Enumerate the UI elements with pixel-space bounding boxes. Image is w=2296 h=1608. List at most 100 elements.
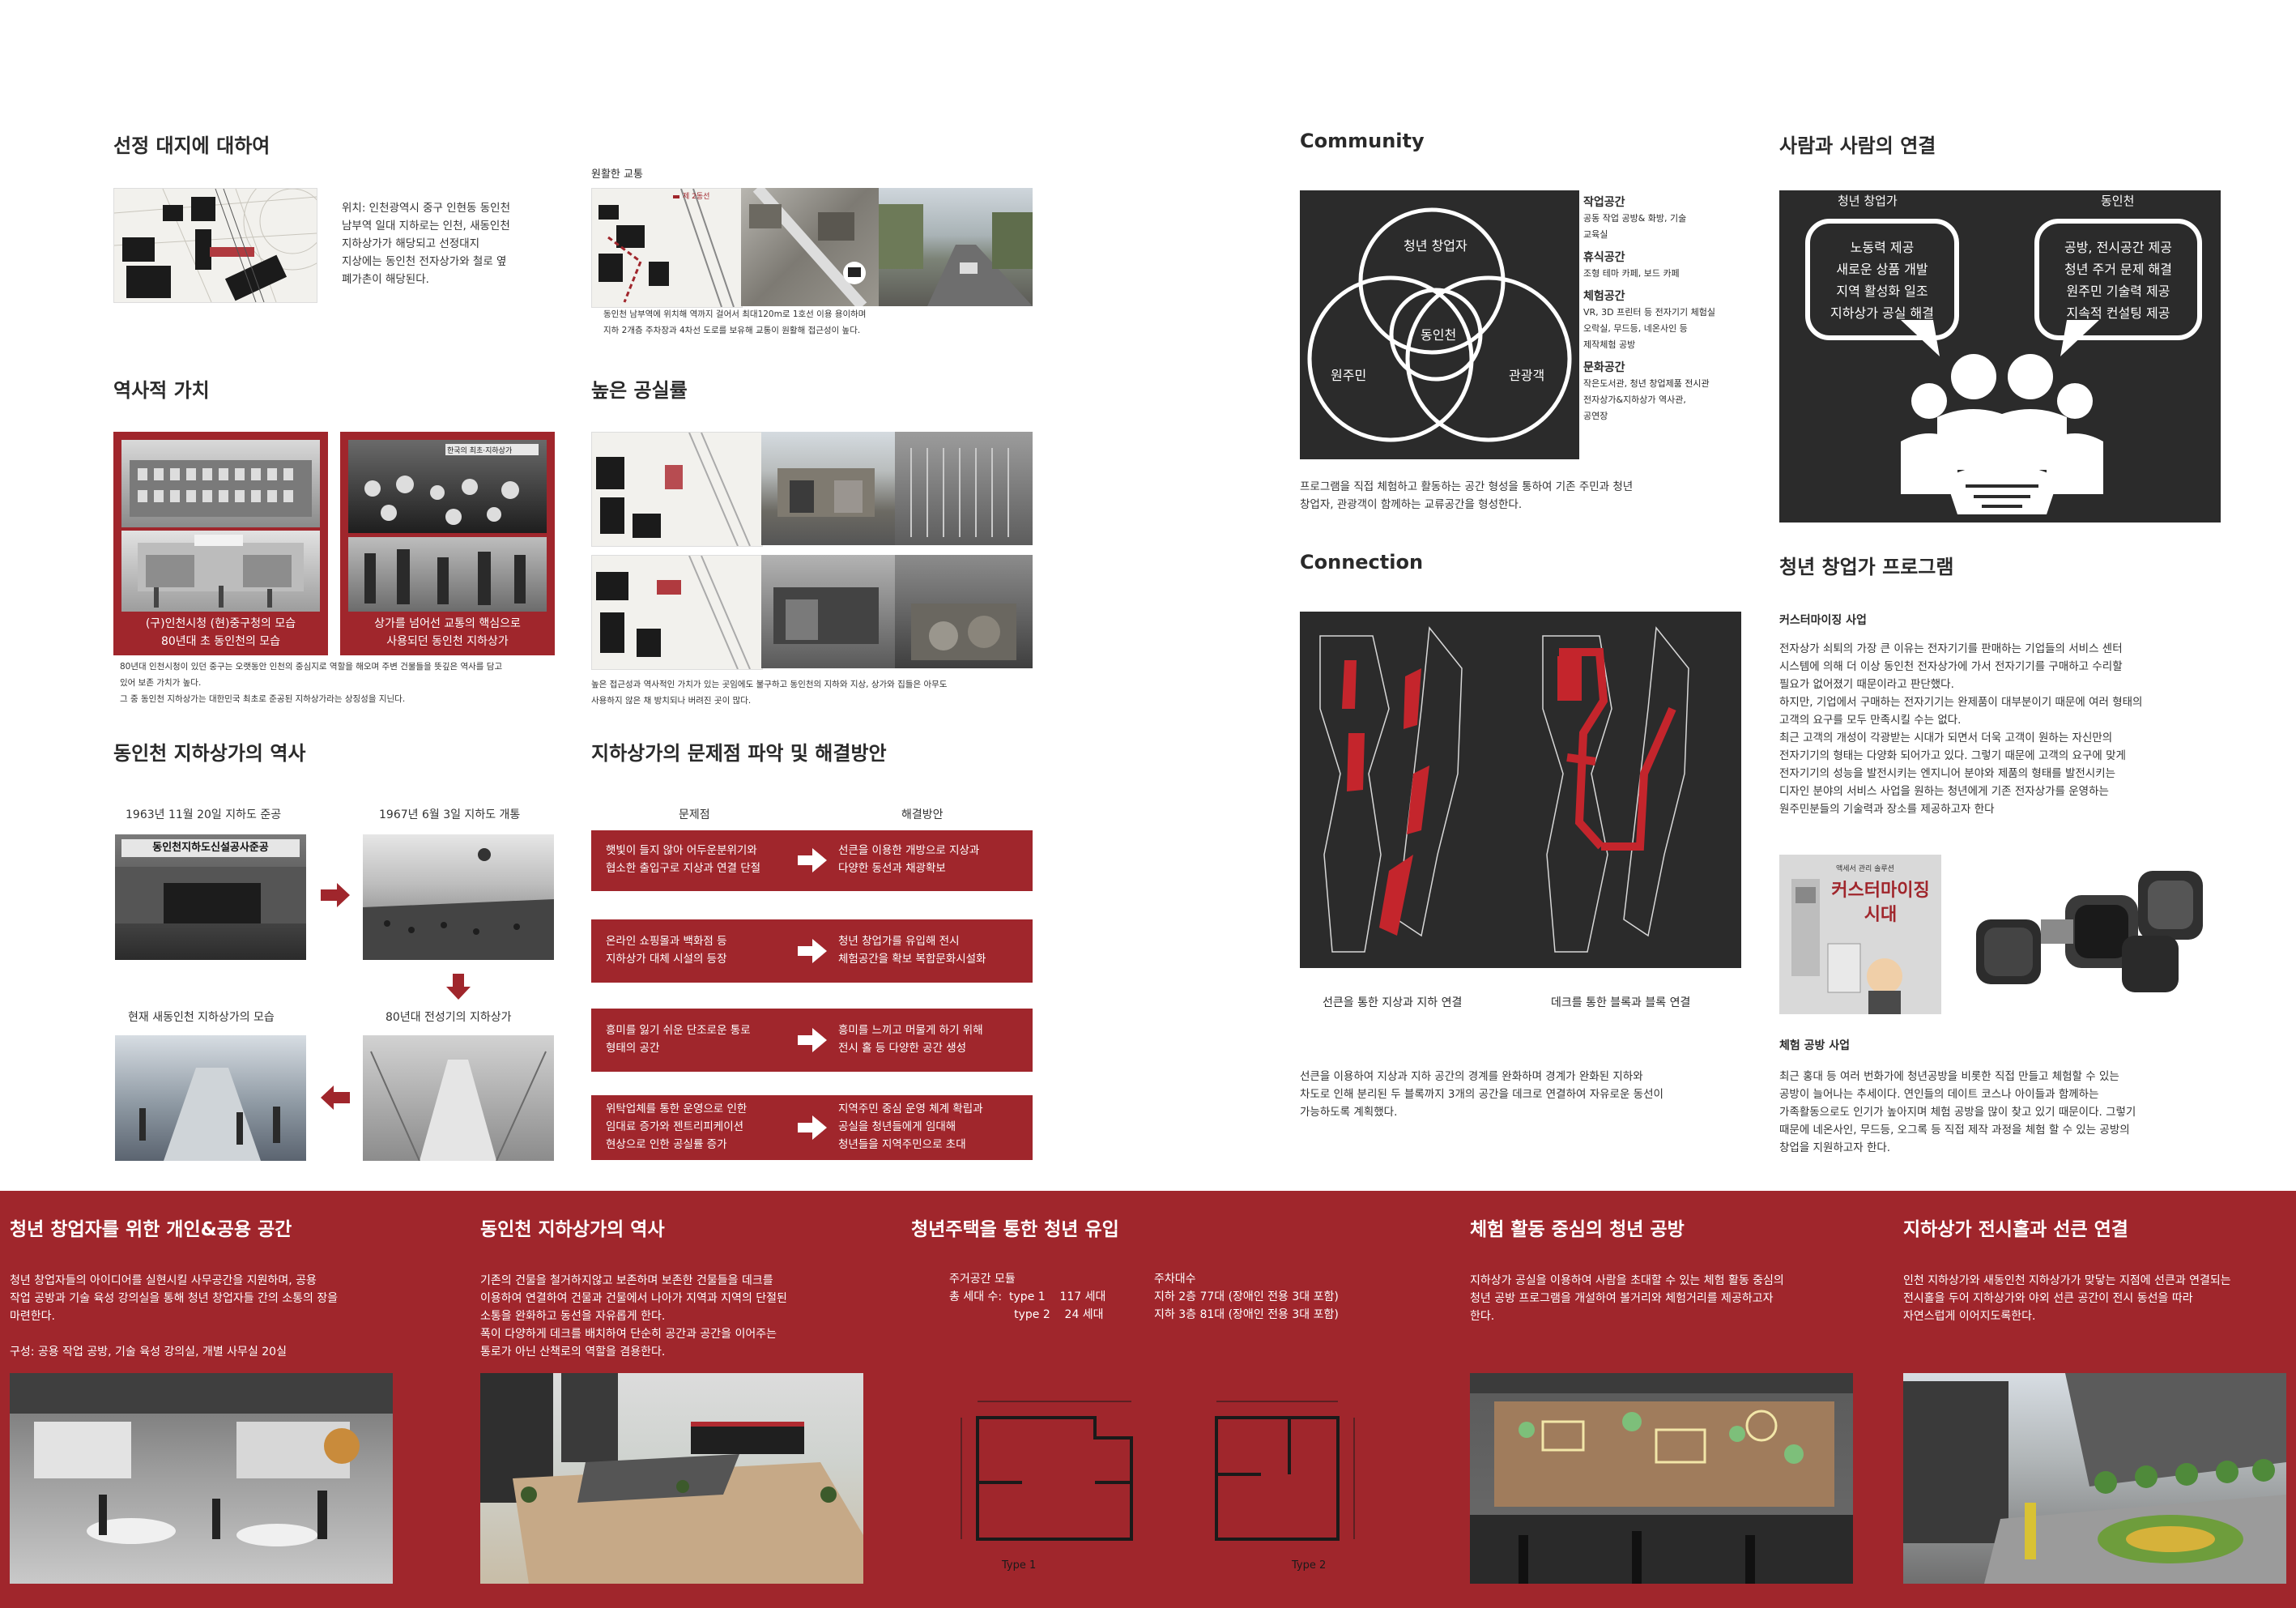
bottom-title-5: 지하상가 전시홀과 선큰 연결	[1903, 1219, 2128, 1240]
render-workshop-drawing	[1470, 1373, 1853, 1584]
venn-label-founders: 청년 창업자	[1404, 238, 1467, 254]
arrow-left-icon	[321, 1086, 350, 1110]
arrow-right-icon	[321, 883, 350, 907]
solution-text-4: 지역주민 중심 운영 체계 확립과 공실을 청년들에게 임대해 청년들을 지역주…	[838, 1103, 983, 1151]
photo-1963: 동인천지하도신설공사준공	[115, 834, 306, 960]
program-workshop-text: 최근 홍대 등 여러 번화가에 청년공방을 비롯한 직접 만들고 체험할 수 있…	[1779, 1070, 2136, 1154]
traffic-map: 제 2동선	[591, 188, 743, 308]
housing-head: 주거공간 모듈	[949, 1273, 1016, 1286]
program-sub-workshop: 체험 공방 사업	[1779, 1039, 1851, 1052]
render-sunken-drawing	[1903, 1373, 2286, 1584]
problems-col-problem: 문제점	[679, 808, 710, 821]
people-left-head: 청년 창업가	[1838, 194, 1898, 208]
timeline-1980s: 80년대 전성기의 지하상가	[386, 1011, 512, 1024]
traffic-label: 원활한 교통	[591, 168, 643, 181]
program-sub-customizing: 커스터마이징 사업	[1779, 614, 1867, 627]
people-panel: 청년 창업가 동인천 노동력 제공 새로운 상품 개발 지역 활성화 일조 지하…	[1779, 190, 2221, 522]
render-office	[10, 1373, 393, 1584]
photo-1963-drawing	[115, 867, 306, 923]
problem-text-1: 햇빛이 들지 않아 어두운분위기와 협소한 출입구로 지상과 연결 단절	[606, 844, 761, 875]
photo-1980s	[363, 1035, 554, 1161]
problem-text-3: 흥미를 잃기 쉬운 단조로운 통로 형태의 공간	[606, 1024, 751, 1055]
vacancy-description: 높은 접근성과 역사적인 가치가 있는 곳임에도 불구하고 동인천의 지하와 지…	[591, 680, 948, 706]
history-box-left: (구)인천시청 (현)중구청의 모습 80년대 초 동인천의 모습	[113, 432, 328, 655]
vacancy-photo-1-drawing	[777, 468, 875, 517]
vacancy-photo-2-drawing	[910, 448, 1009, 537]
customizing-poster: 액세서 관리 솔루션 커스터마이징 시대	[1779, 855, 1941, 1014]
bottom-text-4: 지하상가 공실을 이용하여 사람을 초대할 수 있는 체험 활동 중심의 청년 …	[1470, 1274, 1784, 1323]
vacancy-map-2-drawing	[592, 556, 762, 669]
vacancy-photo-1	[761, 432, 895, 545]
connection-description: 선큰을 이용하여 지상과 지하 공간의 경계를 완화하며 경계가 완화된 지하와…	[1300, 1070, 1663, 1119]
render-workshop	[1470, 1373, 1853, 1584]
traffic-description: 동인천 남부역에 위치해 역까지 걸어서 최대120m로 1호선 이용 용이하며…	[603, 309, 867, 335]
photo-1980s-drawing	[370, 1051, 547, 1161]
arrow-right-icon	[798, 939, 827, 963]
space-name-culture: 문화공간	[1583, 361, 1625, 374]
photo-1967-drawing	[363, 848, 554, 960]
floorplan-type2: Type 2	[1292, 1559, 1327, 1572]
connection-diagram	[1300, 612, 1741, 968]
connection-title: Connection	[1300, 551, 1424, 574]
space-desc-experience: VR, 3D 프린터 등 전자기기 체험실 오락실, 무드등, 네온사인 등 제…	[1583, 307, 1715, 350]
vacancy-title: 높은 공실률	[591, 379, 688, 402]
floorplan-type1: Type 1	[1002, 1559, 1037, 1572]
street-photo-drawing	[879, 204, 1033, 306]
program-title: 청년 창업가 프로그램	[1779, 556, 1954, 578]
timeline-1967: 1967년 6월 3일 지하도 개통	[379, 808, 521, 821]
history-value-description: 80년대 인천시청이 있던 중구는 오랫동안 인천의 중심지로 역할을 해오며 …	[120, 662, 503, 704]
housing-rows: 총 세대 수: type 1 117 세대 type 2 24 세대	[949, 1290, 1106, 1321]
bottom-text-2: 기존의 건물을 철거하지않고 보존하며 보존한 건물들을 데크를 이용하여 연결…	[480, 1274, 787, 1358]
problem-row-2: 온라인 쇼핑몰과 백화점 등 지하상가 대체 시설의 등장 청년 창업가를 유입…	[591, 919, 1033, 983]
station-drawing	[138, 535, 304, 608]
solution-text-1: 선큰을 이용한 개방으로 지상과 다양한 동선과 채광확보	[838, 844, 980, 875]
arrow-right-icon	[798, 1028, 827, 1052]
arrow-down-icon	[446, 974, 471, 1000]
history-box-right: 한국의 최초·지하상가 상가를 넘어선 교통의 핵심으로 사용되던 동인천 지하…	[340, 432, 555, 655]
gadget-drawing	[1976, 871, 2203, 992]
crowd-photo: 한국의 최초·지하상가	[348, 440, 547, 533]
arrow-right-icon	[798, 1115, 827, 1140]
problem-text-4: 위탁업체를 통한 운영으로 인한 임대료 증가와 젠트리피케이션 현상으로 인한…	[606, 1103, 748, 1151]
parking-head: 주차대수	[1154, 1273, 1196, 1286]
aerial-photo-drawing	[749, 188, 867, 306]
venn-circle-tourists	[1405, 275, 1572, 442]
venn-circle-residents	[1307, 275, 1474, 442]
timeline-1963: 1963년 11월 20일 지하도 준공	[126, 808, 282, 821]
handshake-group-icon	[1901, 354, 2103, 514]
render-office-drawing	[10, 1373, 393, 1546]
space-desc-work: 공동 작업 공방& 화방, 기술 교육실	[1583, 213, 1687, 240]
space-name-work: 작업공간	[1583, 196, 1625, 209]
connection-caption-left: 선큰을 통한 지상과 지하 연결	[1323, 996, 1463, 1009]
space-desc-rest: 조형 테마 카페, 보드 카페	[1583, 268, 1680, 279]
venn-label-dongincheon: 동인천	[1421, 327, 1457, 343]
mall-history-title: 동인천 지하상가의 역사	[113, 742, 306, 765]
old-cityhall-photo	[121, 440, 320, 527]
vacancy-photo-3	[761, 555, 895, 668]
photo-present-drawing	[139, 1068, 280, 1161]
site-description: 위치: 인천광역시 중구 인현동 동인천 남부역 일대 지하로는 인천, 새동인…	[342, 202, 511, 286]
gadget-photo	[1960, 855, 2221, 1014]
bottom-title-3: 청년주택을 통한 청년 유입	[911, 1219, 1119, 1240]
vacancy-photo-4-drawing	[911, 604, 1016, 660]
bottom-text-5: 인천 지하상가와 새동인천 지하상가가 맞닿는 지점에 선큰과 연결되는 전시홀…	[1903, 1274, 2231, 1323]
venn-label-residents: 원주민	[1331, 368, 1367, 383]
solution-text-2: 청년 창업가를 유입해 전시 체험공간을 확보 복합문화시설화	[838, 935, 986, 966]
vacancy-photo-2	[895, 432, 1033, 545]
problems-col-solution: 해결방안	[901, 808, 944, 821]
problem-row-4: 위탁업체를 통한 운영으로 인한 임대료 증가와 젠트리피케이션 현상으로 인한…	[591, 1095, 1033, 1160]
site-map	[113, 188, 317, 303]
problems-title: 지하상가의 문제점 파악 및 해결방안	[591, 742, 887, 765]
arrow-right-icon	[798, 848, 827, 872]
space-name-experience: 체험공간	[1583, 290, 1625, 303]
bottom-text-1: 청년 창업자들의 아이디어를 실현시킬 사무공간을 지원하며, 공용 작업 공방…	[10, 1274, 339, 1358]
old-station-photo	[121, 531, 320, 612]
vacancy-map-2	[591, 555, 763, 670]
solution-text-3: 흥미를 느끼고 머물게 하기 위해 전시 홀 등 다양한 공간 생성	[838, 1024, 983, 1055]
connection-caption-right: 데크를 통한 블록과 블록 연결	[1551, 996, 1691, 1009]
parking-rows: 지하 2층 77대 (장애인 전용 3대 포함) 지하 3층 81대 (장애인 …	[1154, 1290, 1339, 1321]
traffic-map-drawing	[592, 189, 742, 307]
community-diagram: 청년 창업자 동인천 원주민 관광객	[1300, 190, 1579, 459]
aerial-photo	[741, 188, 879, 306]
program-customizing-text: 전자상가 쇠퇴의 가장 큰 이유는 전자기기를 판매하는 기업들의 서비스 센터…	[1779, 642, 2143, 816]
